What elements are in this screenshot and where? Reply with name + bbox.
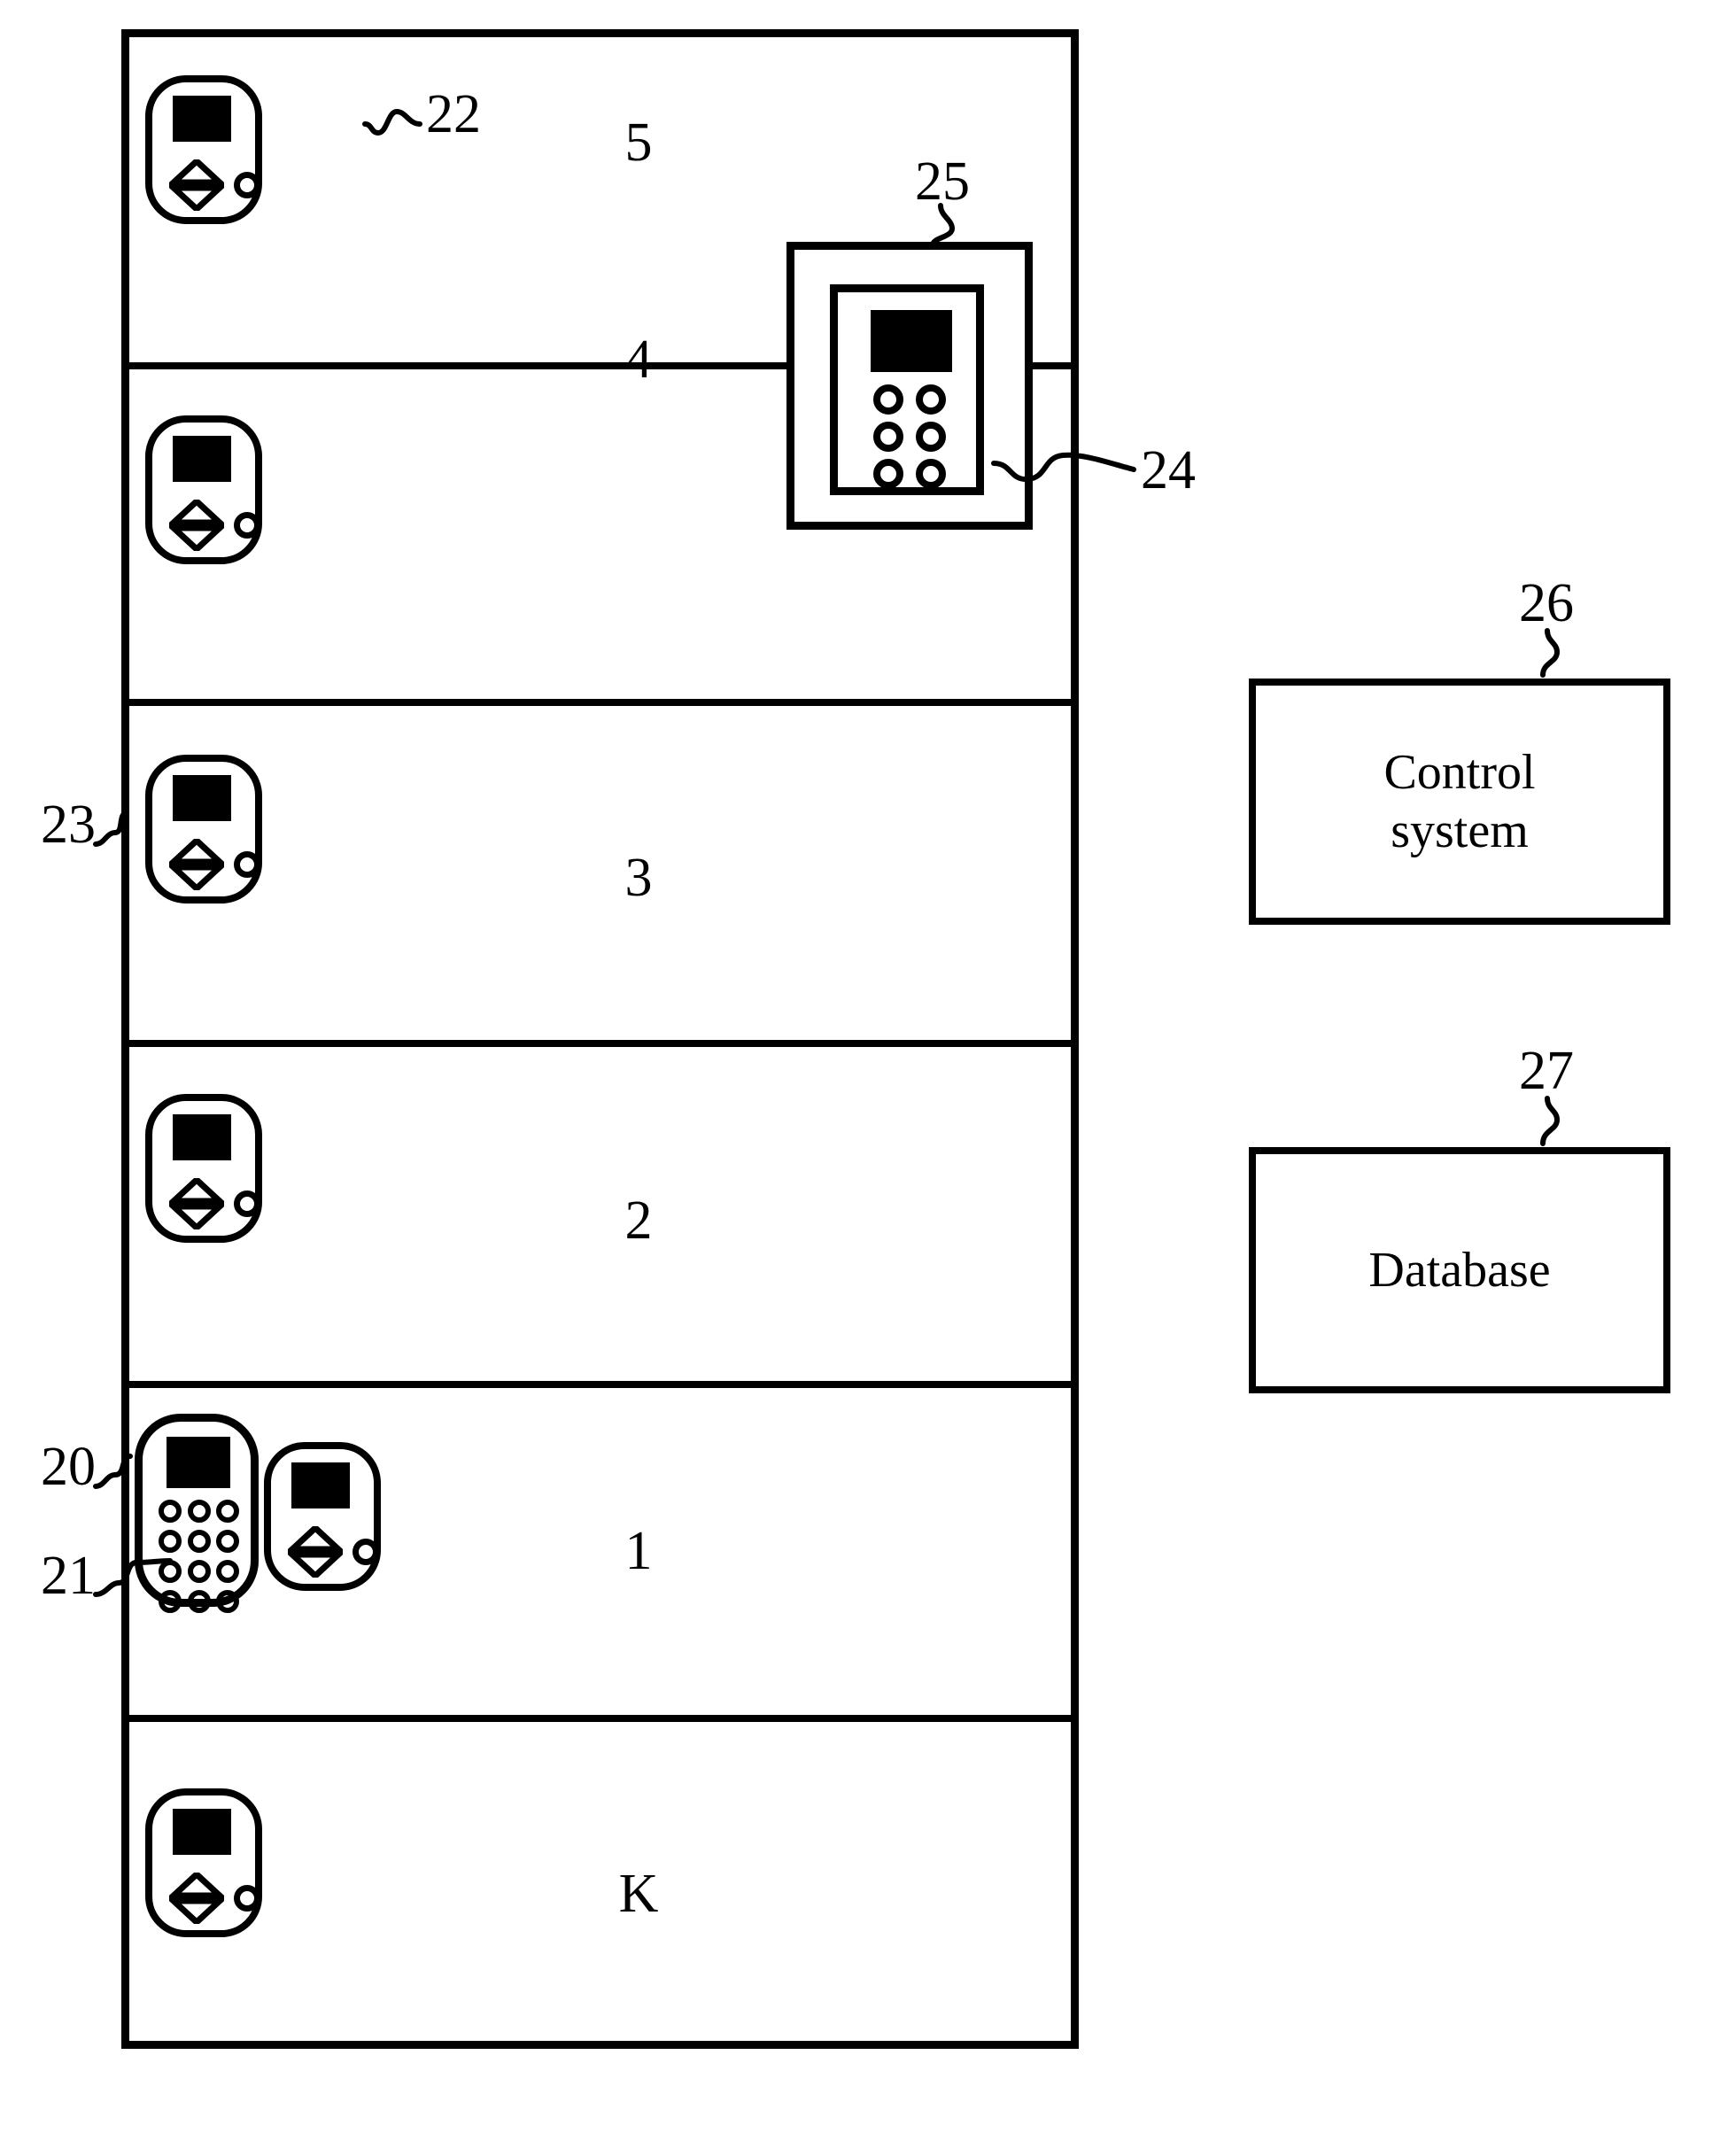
- control-system-label: Control system: [1383, 744, 1536, 858]
- keypad-display-icon: [167, 1437, 230, 1488]
- keypad-button[interactable]: [216, 1500, 240, 1523]
- landing-panel-floor-5[interactable]: [145, 75, 262, 224]
- floor-label-K: K: [618, 1864, 659, 1924]
- destination-keypad-terminal[interactable]: [135, 1414, 259, 1613]
- arrow-pair-svg: [166, 497, 228, 554]
- landing-panel-floor-K[interactable]: [145, 1788, 262, 1937]
- floor-divider-2-1: [129, 1381, 1071, 1388]
- elevator-car[interactable]: [786, 242, 1033, 530]
- landing-display-icon: [173, 1809, 231, 1855]
- landing-round-button[interactable]: [234, 1190, 260, 1217]
- leader-27: [1540, 1096, 1560, 1146]
- floor-label-1: 1: [624, 1521, 653, 1581]
- ref-numeral-26: 26: [1519, 573, 1574, 633]
- keypad-button[interactable]: [216, 1590, 240, 1613]
- up-down-arrows-icon[interactable]: [166, 836, 228, 893]
- landing-panel-floor-4[interactable]: [145, 415, 262, 564]
- floor-label-3: 3: [624, 848, 653, 908]
- car-display-icon: [871, 310, 952, 372]
- floor-divider-4-3: [129, 699, 1071, 706]
- landing-round-button[interactable]: [234, 172, 260, 198]
- car-operating-panel[interactable]: [830, 284, 984, 495]
- control-system-box[interactable]: Control system: [1249, 679, 1670, 925]
- arrow-pair-svg: [166, 1175, 228, 1232]
- ref-numeral-24: 24: [1141, 440, 1196, 500]
- leader-26: [1540, 628, 1560, 678]
- ref-numeral-23: 23: [41, 795, 96, 855]
- car-button-grid[interactable]: [873, 384, 955, 492]
- keypad-button[interactable]: [187, 1530, 211, 1553]
- car-button[interactable]: [873, 422, 903, 452]
- car-button[interactable]: [873, 459, 903, 489]
- landing-display-icon: [173, 775, 231, 821]
- keypad-button-grid[interactable]: [159, 1500, 242, 1617]
- landing-panel-floor-2[interactable]: [145, 1094, 262, 1243]
- landing-round-button[interactable]: [234, 851, 260, 878]
- up-down-arrows-icon[interactable]: [166, 1175, 228, 1232]
- floor-label-5: 5: [624, 112, 653, 173]
- car-button[interactable]: [916, 384, 946, 415]
- ref-numeral-20: 20: [41, 1437, 96, 1497]
- keypad-button[interactable]: [159, 1560, 182, 1583]
- keypad-button[interactable]: [187, 1500, 211, 1523]
- landing-panel-floor-1[interactable]: [264, 1442, 381, 1591]
- floor-divider-1-K: [129, 1715, 1071, 1722]
- up-down-arrows-icon[interactable]: [284, 1524, 346, 1580]
- keypad-button[interactable]: [159, 1590, 182, 1613]
- arrow-pair-svg: [166, 157, 228, 213]
- car-button[interactable]: [916, 459, 946, 489]
- landing-display-icon: [173, 96, 231, 142]
- arrow-pair-svg: [284, 1524, 346, 1580]
- landing-round-button[interactable]: [353, 1539, 379, 1565]
- keypad-button[interactable]: [216, 1560, 240, 1583]
- arrow-pair-svg: [166, 836, 228, 893]
- floor-divider-3-2: [129, 1040, 1071, 1047]
- up-down-arrows-icon[interactable]: [166, 1870, 228, 1927]
- ref-numeral-27: 27: [1519, 1041, 1574, 1101]
- up-down-arrows-icon[interactable]: [166, 157, 228, 213]
- keypad-button[interactable]: [216, 1530, 240, 1553]
- keypad-button[interactable]: [159, 1530, 182, 1553]
- landing-round-button[interactable]: [234, 1885, 260, 1912]
- floor-label-4: 4: [624, 330, 653, 390]
- database-label: Database: [1368, 1242, 1551, 1298]
- landing-display-icon: [173, 1114, 231, 1160]
- landing-display-icon: [291, 1462, 350, 1508]
- car-button[interactable]: [916, 422, 946, 452]
- database-box[interactable]: Database: [1249, 1147, 1670, 1393]
- figure-canvas: 5 4 3 2 1 K Control system Database 22 2…: [0, 0, 1720, 2156]
- ref-numeral-25: 25: [915, 151, 970, 212]
- landing-round-button[interactable]: [234, 512, 260, 539]
- up-down-arrows-icon[interactable]: [166, 497, 228, 554]
- landing-panel-floor-3[interactable]: [145, 755, 262, 904]
- ref-numeral-22: 22: [426, 84, 481, 144]
- car-button[interactable]: [873, 384, 903, 415]
- keypad-button[interactable]: [187, 1590, 211, 1613]
- keypad-button[interactable]: [159, 1500, 182, 1523]
- keypad-button[interactable]: [187, 1560, 211, 1583]
- landing-display-icon: [173, 436, 231, 482]
- ref-numeral-21: 21: [41, 1546, 96, 1606]
- floor-label-2: 2: [624, 1190, 653, 1251]
- arrow-pair-svg: [166, 1870, 228, 1927]
